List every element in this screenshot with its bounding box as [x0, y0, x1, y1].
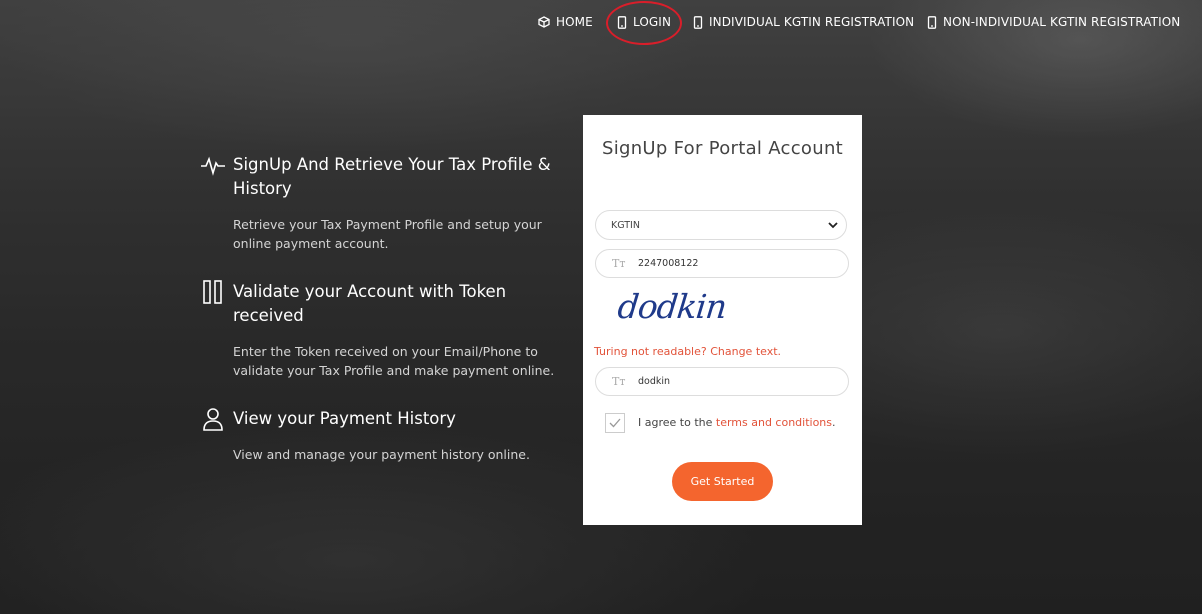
signup-card: SignUp For Portal Account KGTIN Tт 22470…: [583, 115, 862, 525]
feature-description: Enter the Token received on your Email/P…: [233, 344, 555, 378]
cube-icon: [538, 16, 550, 28]
id-type-value: KGTIN: [611, 219, 640, 231]
text-field-icon: Tт: [612, 375, 626, 388]
captcha-input-value: dodkin: [638, 376, 671, 387]
nav-home-label: HOME: [556, 15, 593, 29]
card-title: SignUp For Portal Account: [601, 138, 844, 159]
terms-link[interactable]: terms and conditions: [716, 416, 832, 429]
get-started-button[interactable]: Get Started: [672, 462, 773, 501]
nav-individual-registration[interactable]: INDIVIDUAL KGTIN REGISTRATION: [693, 12, 914, 32]
top-navigation: HOME LOGIN INDIVIDUAL KGTIN REGISTRATION…: [0, 12, 1202, 32]
id-type-select[interactable]: KGTIN: [595, 210, 847, 240]
feature-signup: SignUp And Retrieve Your Tax Profile & H…: [200, 153, 570, 253]
pulse-icon: [201, 156, 225, 176]
feature-description: View and manage your payment history onl…: [233, 447, 530, 462]
feature-history: View your Payment History View and manag…: [200, 407, 570, 464]
text-field-icon: Tт: [612, 257, 626, 270]
nav-individual-label: INDIVIDUAL KGTIN REGISTRATION: [709, 15, 915, 29]
agree-prefix: I agree to the: [638, 416, 713, 429]
mobile-icon: [693, 15, 703, 29]
nav-non-individual-registration[interactable]: NON-INDIVIDUAL KGTIN REGISTRATION: [927, 12, 1180, 32]
feature-title: View your Payment History: [233, 409, 456, 428]
change-captcha-link[interactable]: Turing not readable? Change text.: [594, 345, 781, 358]
agree-suffix: .: [832, 416, 836, 429]
columns-icon: [203, 280, 222, 304]
terms-checkbox[interactable]: [605, 413, 625, 433]
login-highlight-circle: [606, 1, 682, 45]
chevron-down-icon: [828, 222, 838, 229]
id-number-input[interactable]: Tт 2247008122: [595, 249, 849, 278]
feature-validate: Validate your Account with Token receive…: [200, 280, 570, 380]
checkmark-icon: [609, 418, 621, 428]
user-icon: [203, 408, 223, 431]
feature-title: Validate your Account with Token receive…: [233, 282, 507, 325]
feature-title: SignUp And Retrieve Your Tax Profile & H…: [233, 155, 551, 198]
terms-agreement-text: I agree to the terms and conditions.: [638, 416, 836, 429]
captcha-input[interactable]: Tт dodkin: [595, 367, 849, 396]
feature-description: Retrieve your Tax Payment Profile and se…: [233, 217, 542, 251]
id-number-value: 2247008122: [638, 258, 699, 269]
captcha-image: dodkin: [615, 287, 728, 326]
nav-home[interactable]: HOME: [538, 12, 593, 32]
nav-non-individual-label: NON-INDIVIDUAL KGTIN REGISTRATION: [943, 15, 1181, 29]
mobile-icon: [927, 15, 937, 29]
